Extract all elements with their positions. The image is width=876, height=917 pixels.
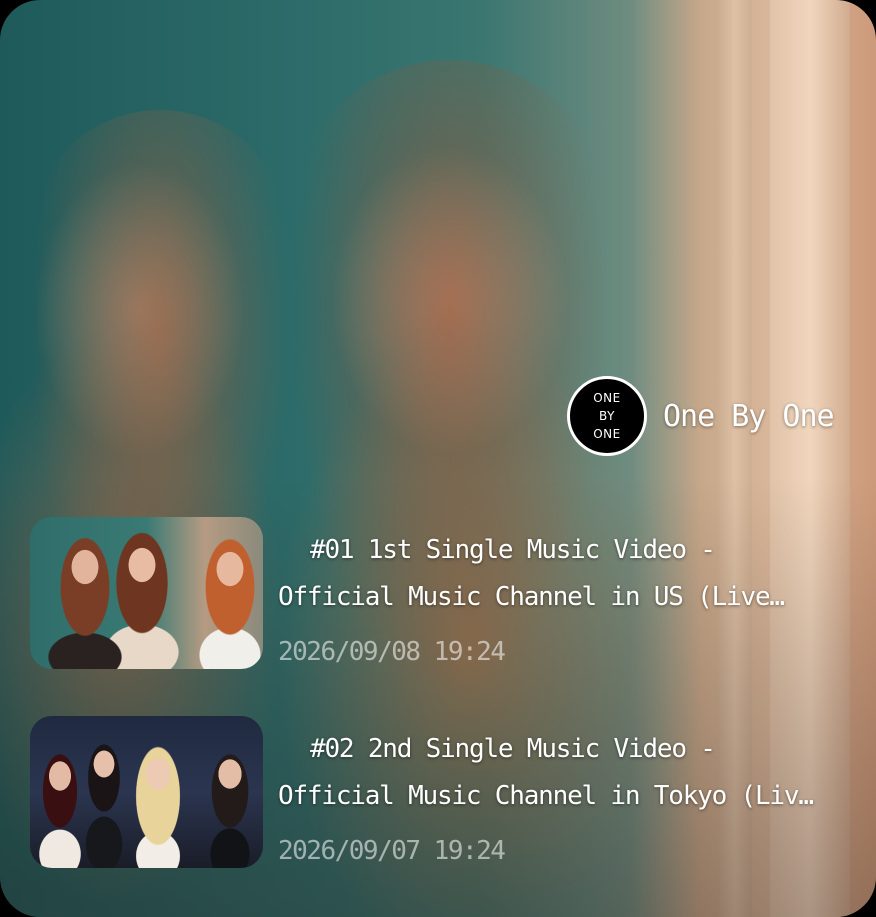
- video-item-1[interactable]: #01 1st Single Music Video - Official Mu…: [30, 517, 850, 669]
- logo-line-2: BY: [599, 409, 615, 423]
- logo-line-3: ONE: [593, 427, 621, 441]
- logo-line-1: ONE: [593, 391, 621, 405]
- video-item-2[interactable]: #02 2nd Single Music Video - Official Mu…: [30, 716, 850, 868]
- video-date: 2026/09/08 19:24: [278, 637, 506, 667]
- video-date: 2026/09/07 19:24: [278, 836, 506, 866]
- music-channel-widget[interactable]: ONE BY ONE One By One #01 1st Single Mus…: [0, 0, 876, 917]
- video-title[interactable]: #02 2nd Single Music Video - Official Mu…: [278, 726, 818, 820]
- channel-logo[interactable]: ONE BY ONE: [567, 376, 647, 456]
- video-thumbnail[interactable]: [30, 716, 263, 868]
- channel-name[interactable]: One By One: [663, 399, 835, 434]
- channel-header[interactable]: ONE BY ONE One By One: [567, 376, 835, 456]
- video-title[interactable]: #01 1st Single Music Video - Official Mu…: [278, 527, 818, 621]
- video-thumbnail[interactable]: [30, 517, 263, 669]
